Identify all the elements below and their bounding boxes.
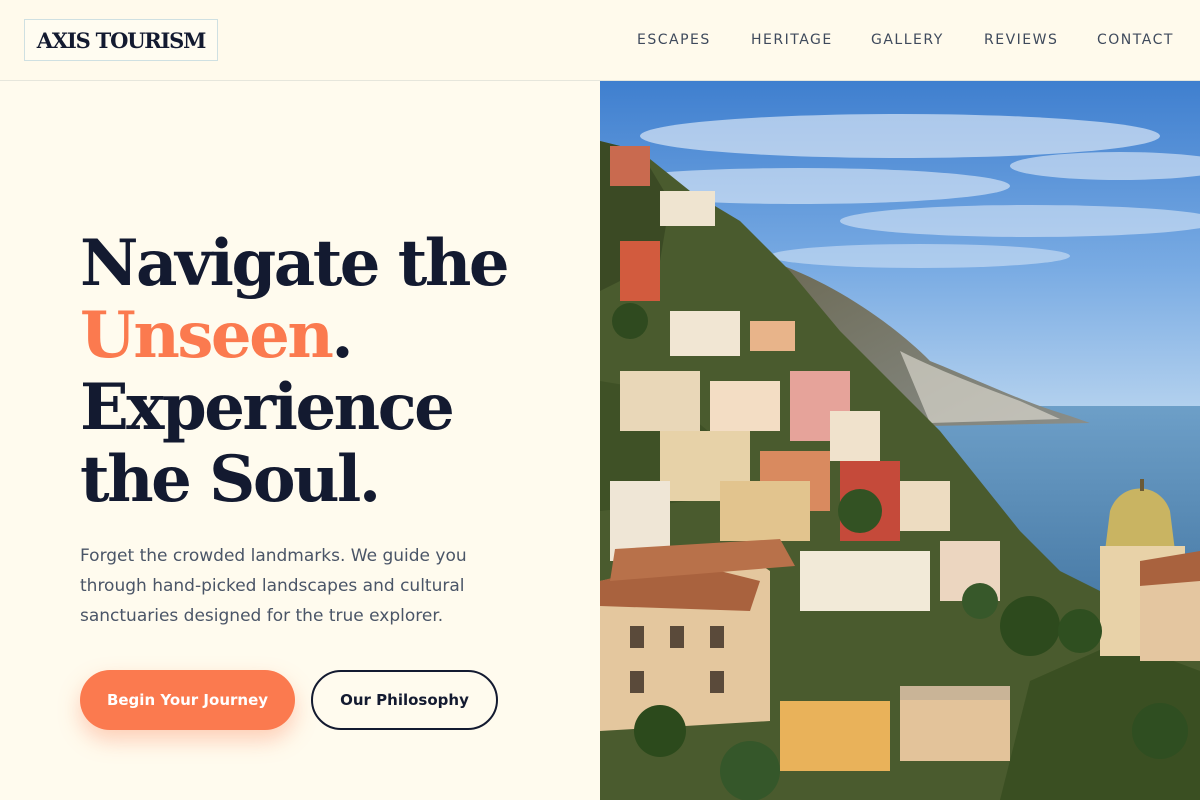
headline-accent-period: . <box>331 298 353 373</box>
hero-coastal-photo <box>600 81 1200 800</box>
nav-item-contact[interactable]: CONTACT <box>1097 30 1174 50</box>
headline-line-3: Experience <box>80 370 455 445</box>
hero-subtext: Forget the crowded landmarks. We guide y… <box>80 546 467 626</box>
headline-line-2: Unseen. <box>80 300 600 372</box>
site-header: AXIS TOURISM ESCAPES HERITAGE GALLERY RE… <box>0 0 1200 81</box>
begin-journey-button[interactable]: Begin Your Journey <box>80 670 295 730</box>
nav-item-reviews[interactable]: REVIEWS <box>984 30 1058 50</box>
nav-item-gallery[interactable]: GALLERY <box>871 30 944 50</box>
nav-item-escapes[interactable]: ESCAPES <box>637 30 711 50</box>
nav-item-heritage[interactable]: HERITAGE <box>751 30 833 50</box>
coastal-village-illustration <box>600 81 1200 800</box>
brand-logo[interactable]: AXIS TOURISM <box>24 19 218 61</box>
headline-line-1: Navigate the <box>80 226 510 301</box>
headline-line-4: the Soul. <box>80 442 381 517</box>
headline-accent-word: Unseen <box>80 298 334 373</box>
our-philosophy-button[interactable]: Our Philosophy <box>311 670 498 730</box>
hero-headline: Navigate the Unseen. Experience the Soul… <box>80 228 600 516</box>
